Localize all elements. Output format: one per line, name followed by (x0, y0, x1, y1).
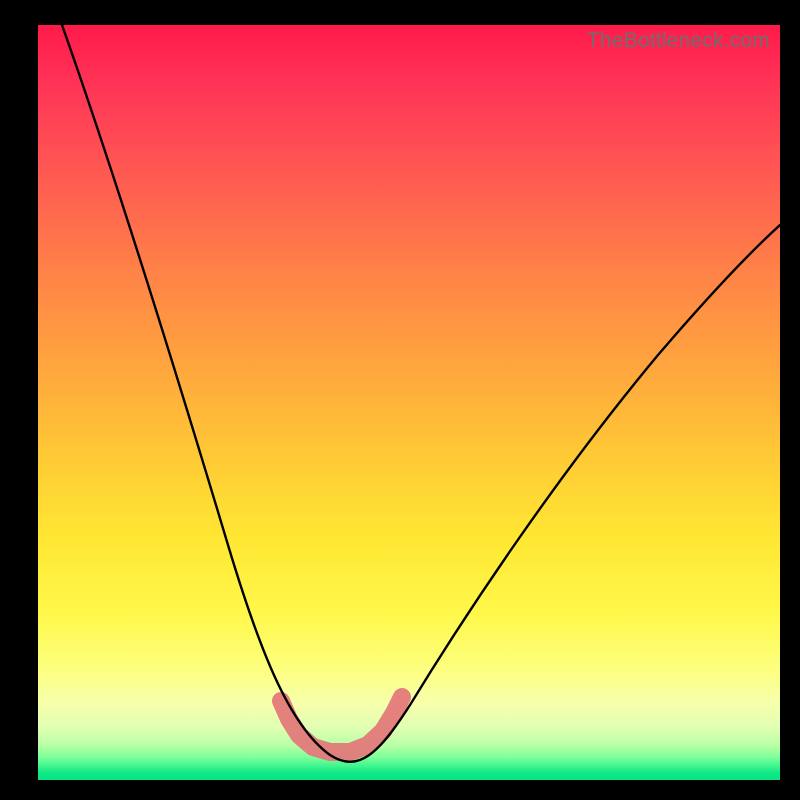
chart-frame: TheBottleneck.com (0, 0, 800, 800)
valley-highlight (281, 697, 402, 752)
curve-overlay (38, 25, 780, 780)
bottleneck-curve (62, 25, 780, 762)
plot-area: TheBottleneck.com (38, 25, 780, 780)
